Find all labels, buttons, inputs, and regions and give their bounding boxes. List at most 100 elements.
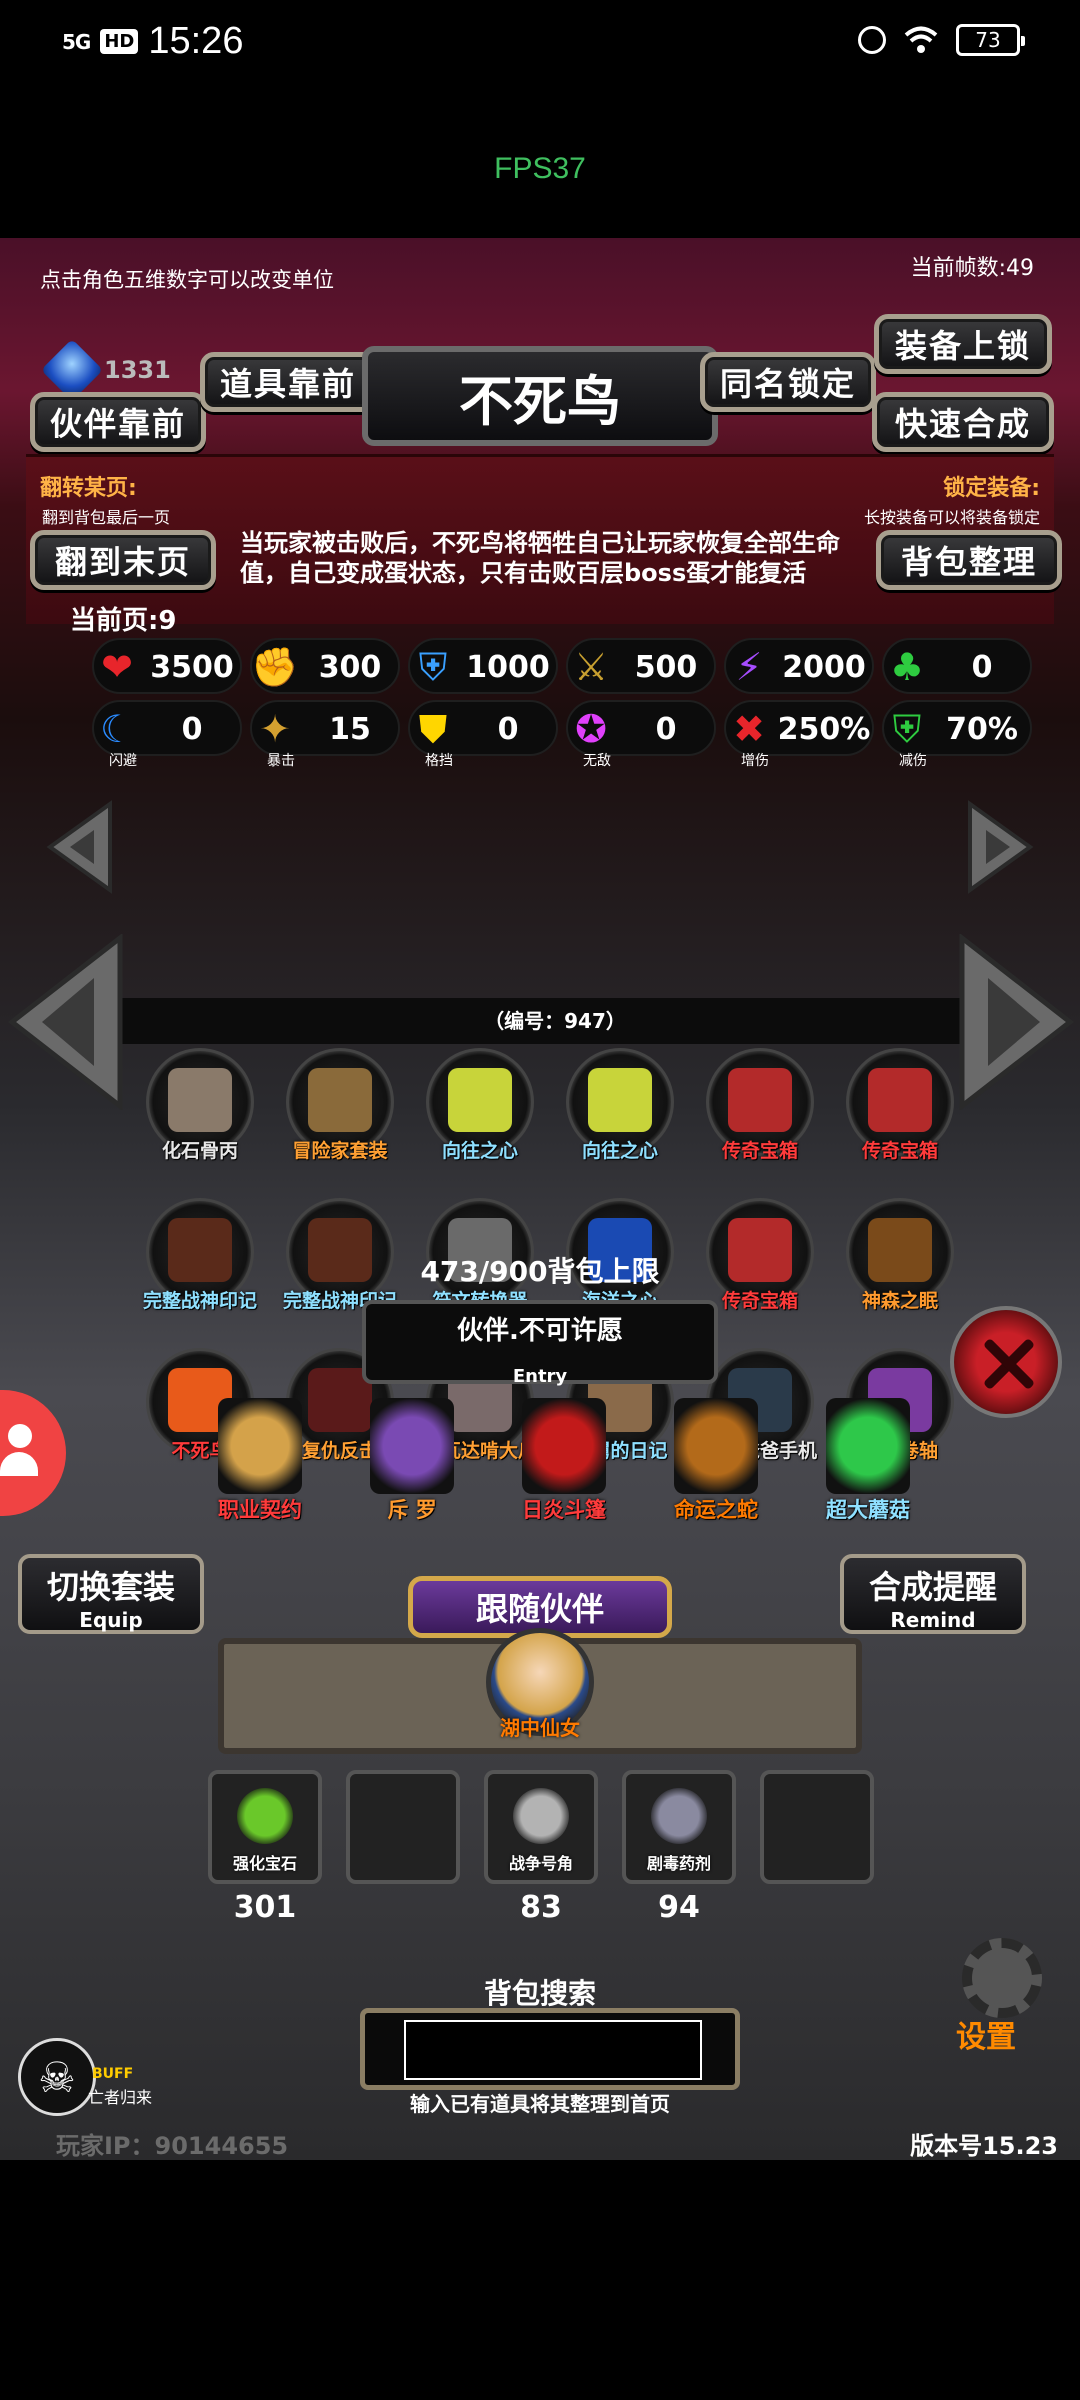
stat-value: 300 — [318, 649, 382, 685]
settings-label[interactable]: 设置 — [956, 2012, 1016, 2056]
item-name: 神森之眠 — [861, 1290, 938, 1312]
consumable-slot[interactable]: 战争号角 83 — [484, 1770, 598, 1925]
empty-consumable-slot[interactable] — [346, 1770, 460, 1884]
stat-label: 增伤 — [741, 753, 769, 769]
stat-row2-6[interactable]: ⛨ 70% 减伤 — [882, 700, 1032, 769]
stat-label: 无敌 — [583, 753, 611, 769]
stat-row1-5[interactable]: ⚡ 2000 — [724, 638, 874, 694]
stat-row2-1[interactable]: ☾ 0 闪避 — [92, 700, 242, 769]
game-screen: 点击角色五维数字可以改变单位 当前帧数:49 1331 伙伴靠前 道具靠前 不死… — [0, 238, 1080, 2160]
companion-slot[interactable]: 日炎斗篷 — [504, 1398, 624, 1528]
last-page-button[interactable]: 翻到末页 — [30, 530, 216, 590]
lock-equip-sub: 长按装备可以将装备锁定 — [863, 508, 1040, 527]
stat-row2-5[interactable]: ✖ 250% 增伤 — [724, 700, 874, 769]
flip-page-label: 翻转某页: — [40, 476, 137, 501]
status-bar: 5G HD 15:26 73 — [0, 0, 1080, 82]
companion-slot[interactable]: 超大蘑菇 — [808, 1398, 928, 1528]
wifi-icon — [904, 26, 938, 53]
stat-label: 闪避 — [109, 753, 137, 769]
combine-remind-button[interactable]: 合成提醒 Remind — [840, 1554, 1026, 1634]
stat-value: 0 — [497, 711, 519, 747]
empty-consumable-slot[interactable] — [760, 1770, 874, 1884]
stat-row2-4[interactable]: ✪ 0 无敌 — [566, 700, 716, 769]
item-name: 化石骨丙 — [161, 1140, 238, 1162]
status-time: 15:26 — [148, 20, 244, 62]
item-icon — [868, 1068, 932, 1132]
quick-combine-button[interactable]: 快速合成 — [872, 392, 1054, 452]
stat-row1-6[interactable]: ♣ 0 — [882, 638, 1032, 694]
bag-search-label: 背包搜索 — [483, 1977, 596, 2010]
consumable-icon — [237, 1788, 293, 1844]
consumable-count: 83 — [520, 1890, 562, 1925]
companion-front-button[interactable]: 伙伴靠前 — [30, 392, 206, 452]
inventory-slot[interactable]: 传奇宝箱 — [698, 1048, 822, 1178]
stat-row2-2[interactable]: ✦ 15 暴击 — [250, 700, 400, 769]
companion-slot[interactable]: 命运之蛇 — [656, 1398, 776, 1528]
consumable-icon — [651, 1788, 707, 1844]
inventory-slot[interactable]: 冒险家套装 — [278, 1048, 402, 1178]
switch-set-sub: Equip — [79, 1608, 143, 1632]
item-name: 冒险家套装 — [292, 1140, 388, 1162]
stat-row1-1[interactable]: ❤ 3500 — [92, 638, 242, 694]
item-name: 传奇宝箱 — [721, 1140, 798, 1162]
strength-icon: ✊ — [251, 644, 299, 689]
fps-label: FPS37 — [494, 152, 586, 185]
item-name: 完整战神印记 — [142, 1290, 257, 1312]
follow-companion-name: 湖中仙女 — [500, 1716, 580, 1740]
gear-icon[interactable] — [962, 1938, 1042, 2018]
avatar-body — [0, 1452, 38, 1476]
companion-slot[interactable]: 斥 罗 — [352, 1398, 472, 1528]
stat-row1-3[interactable]: ⛨ 1000 — [408, 638, 558, 694]
inventory-slot[interactable]: 向往之心 — [418, 1048, 542, 1178]
stat-value: 0 — [181, 711, 203, 747]
consumable-slot[interactable]: 剧毒药剂 94 — [622, 1770, 736, 1925]
companion-name: 斥 罗 — [387, 1498, 437, 1522]
stat-row1-2[interactable]: ✊ 300 — [250, 638, 400, 694]
stat-label: 暴击 — [267, 753, 295, 769]
equip-lock-button[interactable]: 装备上锁 — [874, 314, 1052, 374]
bag-search-input[interactable] — [404, 2020, 702, 2080]
lightning-icon: ⚡ — [735, 645, 763, 689]
stat-value: 1000 — [466, 649, 550, 685]
item-icon — [588, 1068, 652, 1132]
stat-value: 500 — [634, 649, 698, 685]
next-page-arrow-icon[interactable] — [958, 934, 1076, 1110]
prev-page-small-arrow-icon[interactable] — [44, 800, 114, 894]
companion-name: 职业契约 — [218, 1498, 302, 1522]
switch-set-title: 切换套装 — [46, 1568, 175, 1606]
frame-count: 当前帧数:49 — [910, 256, 1034, 281]
stat-row2-3[interactable]: ⛊ 0 格挡 — [408, 700, 558, 769]
avatar-head — [8, 1424, 32, 1448]
gem-count: 1331 — [104, 356, 171, 384]
floating-avatar-button[interactable] — [0, 1390, 66, 1516]
status-left: 5G HD 15:26 — [62, 20, 243, 63]
companion-slot[interactable]: 职业契约 — [200, 1398, 320, 1528]
bag-sort-button[interactable]: 背包整理 — [876, 530, 1062, 590]
next-page-small-arrow-icon[interactable] — [966, 800, 1036, 894]
consumable-slot[interactable]: 强化宝石 301 — [208, 1770, 322, 1925]
stat-value: 15 — [329, 711, 371, 747]
buff-label: BUFF — [92, 2066, 134, 2082]
bag-search-hint: 输入已有道具将其整理到首页 — [410, 2092, 670, 2116]
version-number: 版本号15.23 — [910, 2132, 1058, 2160]
switch-set-button[interactable]: 切换套装 Equip — [18, 1554, 204, 1634]
stat-row1-4[interactable]: ⚔ 500 — [566, 638, 716, 694]
inventory-slot[interactable]: 向往之心 — [558, 1048, 682, 1178]
inventory-slot[interactable]: 传奇宝箱 — [838, 1048, 962, 1178]
alarm-icon — [858, 26, 886, 54]
item-front-button[interactable]: 道具靠前 — [200, 352, 376, 412]
skull-icon[interactable]: ☠ — [18, 2038, 96, 2116]
inventory-slot[interactable]: 化石骨丙 — [138, 1048, 262, 1178]
stat-value: 70% — [946, 711, 1018, 747]
close-icon[interactable] — [950, 1306, 1062, 1418]
companion-icon — [674, 1398, 758, 1494]
prev-page-arrow-icon[interactable] — [6, 934, 124, 1110]
companion-name: 命运之蛇 — [674, 1498, 758, 1522]
consumable-icon — [513, 1788, 569, 1844]
consumable-name: 强化宝石 — [232, 1854, 297, 1873]
stat-value: 0 — [971, 649, 993, 685]
item-title: 不死鸟 — [362, 346, 718, 446]
heart-icon: ❤ — [101, 645, 133, 689]
same-name-lock-button[interactable]: 同名锁定 — [700, 352, 876, 412]
player-ip: 玩家IP：90144655 — [56, 2132, 289, 2160]
